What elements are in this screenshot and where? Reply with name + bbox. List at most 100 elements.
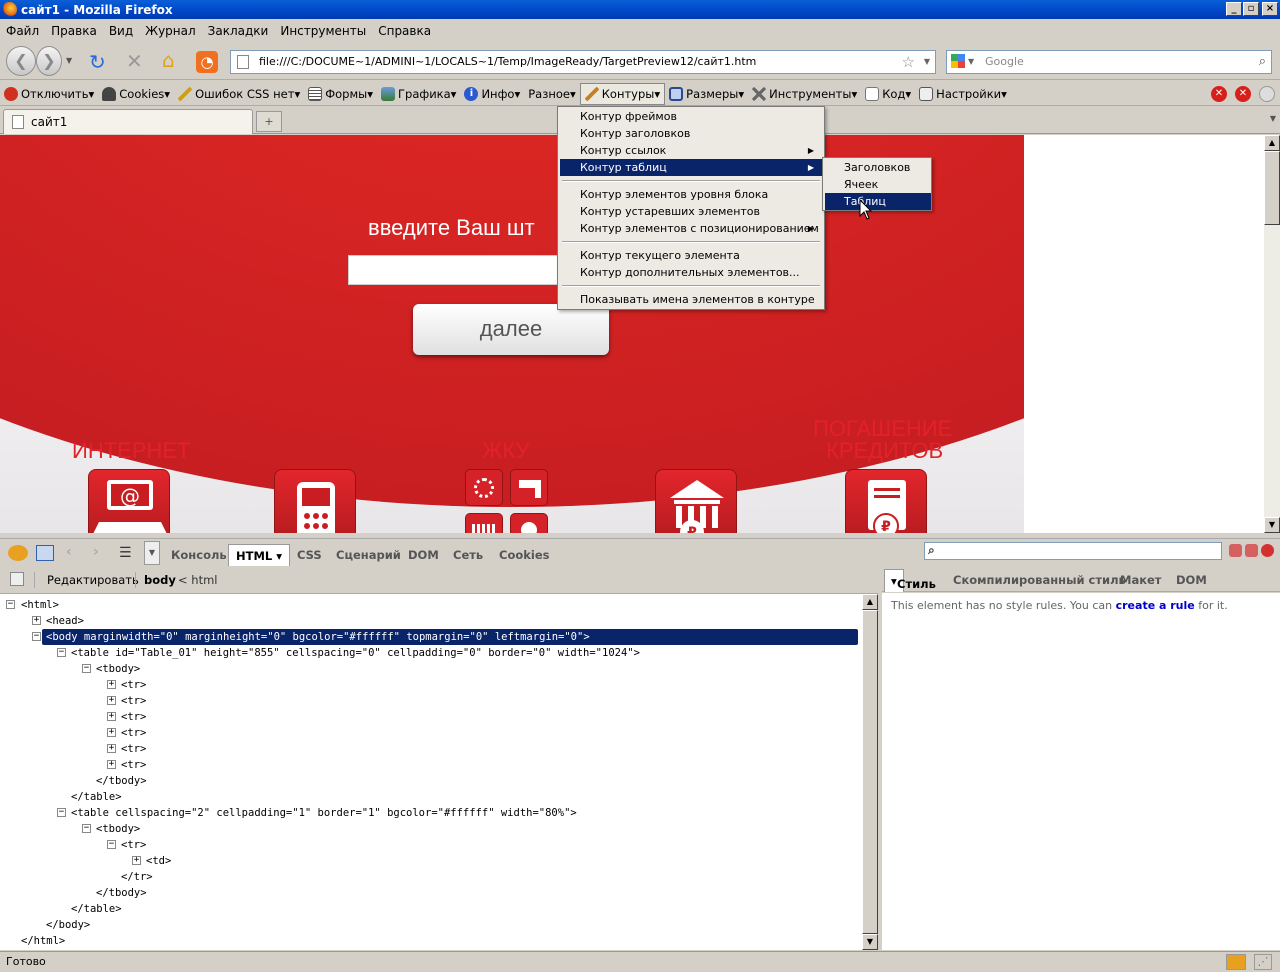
menu-outline-custom[interactable]: Контур дополнительных элементов... bbox=[560, 264, 822, 281]
node-table-01[interactable]: <table id="Table_01" height="855" cellsp… bbox=[71, 645, 640, 661]
create-rule-link[interactable]: create a rule bbox=[1116, 599, 1195, 612]
minimize-button[interactable]: _ bbox=[1226, 2, 1242, 16]
wd-resize[interactable]: Размеры ▾ bbox=[665, 83, 748, 105]
scroll-thumb[interactable] bbox=[1264, 151, 1280, 225]
home-icon[interactable]: ⌂ bbox=[162, 48, 175, 72]
rss-icon[interactable]: ◔ bbox=[196, 51, 218, 73]
collapse-toggle-icon[interactable]: − bbox=[57, 648, 66, 657]
wd-forms[interactable]: Формы ▾ bbox=[304, 83, 377, 105]
error-icon[interactable]: ✕ bbox=[1211, 86, 1227, 102]
scroll-thumb[interactable] bbox=[862, 610, 878, 934]
history-dropdown-icon[interactable]: ▼ bbox=[66, 56, 72, 65]
expand-toggle-icon[interactable]: + bbox=[107, 744, 116, 753]
google-icon[interactable] bbox=[951, 54, 965, 68]
code-input[interactable] bbox=[348, 255, 578, 285]
scroll-down-button[interactable]: ▼ bbox=[862, 934, 878, 950]
node-tr[interactable]: <tr> bbox=[121, 677, 146, 693]
url-bar[interactable]: file:///C:/DOCUME~1/ADMINI~1/LOCALS~1/Te… bbox=[230, 50, 936, 74]
search-box[interactable]: ▼ Google ⌕ bbox=[946, 50, 1272, 74]
wd-misc[interactable]: Разное ▾ bbox=[524, 83, 580, 105]
menu-file[interactable]: Файл bbox=[0, 20, 45, 42]
new-tab-button[interactable]: + bbox=[256, 111, 282, 132]
tab-site1[interactable]: сайт1 bbox=[3, 109, 253, 134]
bookmark-star-icon[interactable]: ☆ bbox=[902, 51, 915, 73]
firebug-icon[interactable] bbox=[8, 545, 28, 561]
tab-dom[interactable]: DOM bbox=[401, 544, 446, 566]
mobile-tile[interactable] bbox=[274, 469, 356, 533]
internet-tile[interactable]: @ bbox=[88, 469, 170, 533]
wd-disable[interactable]: Отключить ▾ bbox=[0, 83, 98, 105]
panel-menu-icon[interactable]: ▼ bbox=[144, 541, 160, 565]
tab-list-icon[interactable]: ▼ bbox=[1270, 114, 1276, 123]
firebug-search-input[interactable]: ⌕ bbox=[924, 542, 1222, 560]
inspect-icon[interactable] bbox=[36, 545, 54, 561]
next-button[interactable]: далее bbox=[413, 304, 609, 355]
menu-help[interactable]: Справка bbox=[372, 20, 437, 42]
html-panel-scrollbar[interactable]: ▲ ▼ bbox=[862, 594, 878, 950]
collapse-toggle-icon[interactable]: − bbox=[107, 840, 116, 849]
error-icon-2[interactable]: ✕ bbox=[1235, 86, 1251, 102]
node-table-2-close[interactable]: </table> bbox=[71, 901, 122, 917]
expand-toggle-icon[interactable]: + bbox=[107, 680, 116, 689]
category-loans-line2[interactable]: КРЕДИТОВ bbox=[826, 440, 943, 462]
wd-options[interactable]: Настройки ▾ bbox=[915, 83, 1011, 105]
node-html-open[interactable]: <html> bbox=[21, 597, 59, 613]
node-tbody-2[interactable]: <tbody> bbox=[96, 821, 140, 837]
expand-toggle-icon[interactable]: + bbox=[132, 856, 141, 865]
expand-toggle-icon[interactable]: + bbox=[107, 728, 116, 737]
menu-outline-tables[interactable]: Контур таблиц ▶ bbox=[560, 159, 822, 176]
node-tr-close[interactable]: </tr> bbox=[121, 869, 153, 885]
node-tr-2[interactable]: <tr> bbox=[121, 837, 146, 853]
menu-outline-headings[interactable]: Контур заголовков bbox=[560, 125, 822, 142]
expand-toggle-icon[interactable]: + bbox=[107, 760, 116, 769]
submenu-table-cells[interactable]: Ячеек bbox=[825, 176, 931, 193]
wd-source[interactable]: Код ▾ bbox=[861, 83, 915, 105]
firebug-minimize-button[interactable] bbox=[1229, 544, 1242, 557]
node-html-close[interactable]: </html> bbox=[21, 933, 65, 949]
expand-toggle-icon[interactable]: + bbox=[107, 712, 116, 721]
node-tr[interactable]: <tr> bbox=[121, 741, 146, 757]
maximize-button[interactable]: ▫ bbox=[1243, 2, 1259, 16]
bank-tile[interactable]: ₽ bbox=[655, 469, 737, 533]
menu-outline-links[interactable]: Контур ссылок ▶ bbox=[560, 142, 822, 159]
collapse-toggle-icon[interactable]: − bbox=[82, 824, 91, 833]
forward-button[interactable]: ❯ bbox=[36, 46, 62, 76]
menu-outline-block[interactable]: Контур элементов уровня блока bbox=[560, 186, 822, 203]
wd-images[interactable]: Графика ▾ bbox=[377, 83, 460, 105]
status-icon[interactable] bbox=[1259, 86, 1275, 102]
menu-outline-positioned[interactable]: Контур элементов с позиционированием ▶ bbox=[560, 220, 822, 237]
wd-tools[interactable]: Инструменты ▾ bbox=[748, 83, 861, 105]
menu-edit[interactable]: Правка bbox=[45, 20, 103, 42]
firebug-close-button[interactable] bbox=[1261, 544, 1274, 557]
close-button[interactable]: × bbox=[1262, 2, 1278, 16]
back-button[interactable]: ❮ bbox=[6, 46, 36, 76]
forward-arrow-icon[interactable]: › bbox=[93, 544, 99, 560]
tab-net[interactable]: Сеть bbox=[446, 544, 490, 566]
menu-outline-current[interactable]: Контур текущего элемента bbox=[560, 247, 822, 264]
node-tr[interactable]: <tr> bbox=[121, 725, 146, 741]
submenu-tables[interactable]: Таблиц bbox=[825, 193, 931, 210]
url-dropdown-icon[interactable]: ▼ bbox=[924, 51, 930, 73]
node-tbody[interactable]: <tbody> bbox=[96, 661, 140, 677]
utilities-tiles[interactable] bbox=[465, 469, 549, 533]
scroll-down-button[interactable]: ▼ bbox=[1264, 517, 1280, 533]
menu-outline-deprecated[interactable]: Контур устаревших элементов bbox=[560, 203, 822, 220]
tab-html[interactable]: HTML ▾ bbox=[228, 544, 291, 566]
menu-bookmarks[interactable]: Закладки bbox=[202, 20, 275, 42]
node-tr[interactable]: <tr> bbox=[121, 757, 146, 773]
page-vertical-scrollbar[interactable]: ▲ ▼ bbox=[1264, 135, 1280, 533]
firebug-status-icon[interactable] bbox=[1226, 954, 1246, 970]
scroll-up-button[interactable]: ▲ bbox=[862, 594, 878, 610]
node-tr[interactable]: <tr> bbox=[121, 709, 146, 725]
tab-console[interactable]: Консоль bbox=[164, 544, 234, 566]
expand-toggle-icon[interactable]: + bbox=[32, 616, 41, 625]
scroll-up-button[interactable]: ▲ bbox=[1264, 135, 1280, 151]
collapse-toggle-icon[interactable]: − bbox=[6, 600, 15, 609]
back-arrow-icon[interactable]: ‹ bbox=[66, 544, 72, 560]
search-engine-dropdown-icon[interactable]: ▼ bbox=[968, 51, 974, 73]
node-tbody-close[interactable]: </tbody> bbox=[96, 773, 147, 789]
menu-view[interactable]: Вид bbox=[103, 20, 139, 42]
node-tr[interactable]: <tr> bbox=[121, 693, 146, 709]
tab-script[interactable]: Сценарий bbox=[329, 544, 408, 566]
search-icon[interactable]: ⌕ bbox=[1259, 51, 1266, 73]
